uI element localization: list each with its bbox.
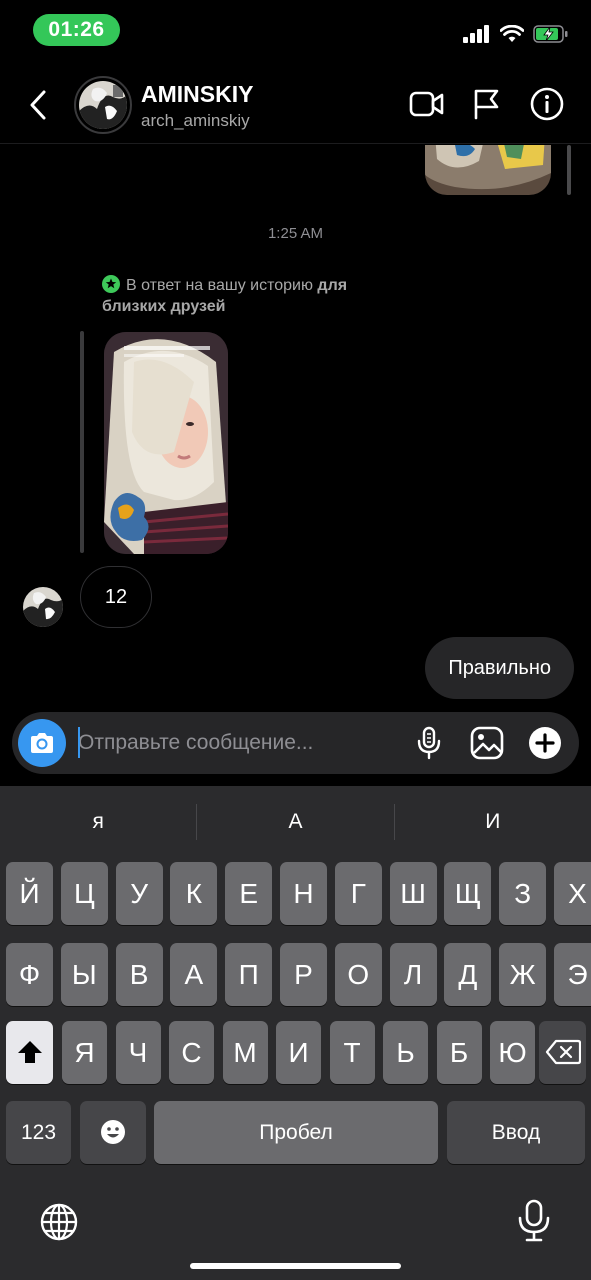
letter-key[interactable]: Б xyxy=(436,1021,482,1084)
delete-key[interactable] xyxy=(539,1021,586,1084)
home-indicator[interactable] xyxy=(190,1263,401,1269)
suggestion-1[interactable]: я xyxy=(0,798,196,846)
letter-key[interactable]: В xyxy=(115,943,163,1006)
letter-key[interactable]: Э xyxy=(554,943,591,1006)
return-key[interactable]: Ввод xyxy=(447,1101,585,1164)
scroll-indicator[interactable] xyxy=(567,145,571,195)
reply-label-prefix: В ответ на вашу историю xyxy=(126,277,318,294)
dictation-button[interactable] xyxy=(512,1198,556,1242)
chat-header: AMINSKIY arch_aminskiy xyxy=(0,64,591,144)
info-icon xyxy=(530,87,564,121)
plus-icon xyxy=(529,727,561,759)
reply-quote-bar xyxy=(80,331,84,553)
emoji-key[interactable] xyxy=(80,1101,146,1164)
letter-key[interactable]: Ж xyxy=(499,943,547,1006)
letter-key[interactable]: Т xyxy=(329,1021,375,1084)
letter-key[interactable]: О xyxy=(334,943,382,1006)
suggestion-bar: я А И xyxy=(0,798,591,846)
cellular-signal-icon xyxy=(463,25,489,43)
message-timestamp: 1:25 AM xyxy=(267,225,324,242)
letter-key[interactable]: Д xyxy=(444,943,492,1006)
letter-key[interactable]: И xyxy=(276,1021,321,1084)
close-friends-star-icon xyxy=(102,275,120,293)
more-options-button[interactable] xyxy=(527,725,563,761)
letter-key[interactable]: Ч xyxy=(115,1021,161,1084)
microphone-icon xyxy=(417,726,441,760)
letter-key[interactable]: Ш xyxy=(389,862,437,925)
backspace-icon xyxy=(545,1039,581,1065)
letter-key[interactable]: Ю xyxy=(490,1021,535,1084)
previous-image-message[interactable] xyxy=(425,145,551,195)
gallery-button[interactable] xyxy=(469,725,505,761)
letter-key[interactable]: Л xyxy=(389,943,437,1006)
avatar-image xyxy=(79,81,127,129)
letter-key[interactable]: У xyxy=(115,862,163,925)
letter-key[interactable]: Р xyxy=(280,943,327,1006)
suggestion-3[interactable]: И xyxy=(395,798,591,846)
outgoing-message[interactable]: Правильно xyxy=(425,637,574,699)
status-bar: 01:26 xyxy=(0,0,591,64)
shift-icon xyxy=(17,1041,42,1063)
back-button[interactable] xyxy=(24,88,54,122)
letter-key[interactable]: Ц xyxy=(60,862,108,925)
letter-key[interactable]: С xyxy=(169,1021,214,1084)
info-button[interactable] xyxy=(529,86,565,122)
report-button[interactable] xyxy=(469,86,505,122)
camera-button[interactable] xyxy=(18,719,66,767)
language-switch-button[interactable] xyxy=(37,1200,81,1244)
status-icons xyxy=(463,22,569,46)
gallery-icon xyxy=(470,726,504,760)
story-reply-label: В ответ на вашу историю для близких друз… xyxy=(102,275,402,317)
message-input[interactable] xyxy=(78,726,398,760)
letter-key[interactable]: К xyxy=(170,862,218,925)
text-caret xyxy=(78,727,80,758)
letter-key[interactable]: Ы xyxy=(60,943,108,1006)
emoji-icon xyxy=(101,1120,125,1144)
letter-key[interactable]: Ь xyxy=(383,1021,428,1084)
space-key[interactable]: Пробел xyxy=(154,1101,438,1164)
header-actions xyxy=(409,86,565,122)
status-time[interactable]: 01:26 xyxy=(33,14,120,46)
keyboard: я А И ЙЦУКЕНГШЩЗХ ФЫВАПРОЛДЖЭ ЯЧСМИТЬБЮ … xyxy=(0,786,591,1280)
message-thread[interactable]: 1:25 AM В ответ на вашу историю для близ… xyxy=(0,145,591,705)
video-call-button[interactable] xyxy=(409,86,445,122)
letter-key[interactable]: Х xyxy=(554,862,591,925)
letter-key[interactable]: Я xyxy=(62,1021,107,1084)
flag-icon xyxy=(474,89,499,120)
composer-actions xyxy=(411,725,563,761)
message-composer xyxy=(12,712,579,774)
letter-key[interactable]: П xyxy=(225,943,273,1006)
letter-key[interactable]: Е xyxy=(225,862,273,925)
letter-key[interactable]: М xyxy=(222,1021,268,1084)
video-call-icon xyxy=(409,91,444,117)
letter-key[interactable]: А xyxy=(170,943,218,1006)
globe-icon xyxy=(40,1203,78,1241)
shift-key[interactable] xyxy=(6,1021,53,1084)
letter-key[interactable]: Ф xyxy=(6,943,53,1006)
story-thumbnail[interactable] xyxy=(104,332,228,554)
voice-message-button[interactable] xyxy=(411,725,447,761)
letter-key[interactable]: З xyxy=(499,862,547,925)
profile-avatar[interactable] xyxy=(74,76,132,134)
letter-key[interactable]: Й xyxy=(6,862,53,925)
letter-key[interactable]: Щ xyxy=(444,862,492,925)
suggestion-2[interactable]: А xyxy=(197,798,393,846)
camera-icon xyxy=(31,733,53,753)
letter-key[interactable]: Н xyxy=(280,862,327,925)
dictation-microphone-icon xyxy=(518,1199,550,1242)
sender-avatar[interactable] xyxy=(23,587,63,627)
contact-name[interactable]: AMINSKIY xyxy=(141,81,253,108)
numbers-key[interactable]: 123 xyxy=(6,1101,71,1164)
letter-key[interactable]: Г xyxy=(334,862,382,925)
contact-handle[interactable]: arch_aminskiy xyxy=(141,111,250,131)
incoming-message[interactable]: 12 xyxy=(80,566,152,628)
battery-charging-icon xyxy=(533,25,568,43)
back-icon xyxy=(30,90,46,120)
wifi-icon xyxy=(500,25,524,42)
